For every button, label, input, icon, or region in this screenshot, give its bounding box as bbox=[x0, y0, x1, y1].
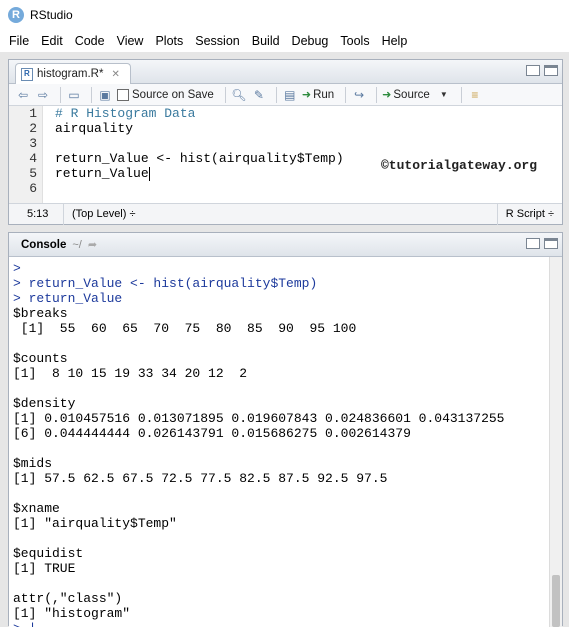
scope-selector[interactable]: (Top Level) ÷ bbox=[63, 203, 136, 225]
code-line: return_Value <- hist(airquality$Temp) bbox=[55, 151, 344, 166]
toolbar-separator bbox=[345, 86, 347, 103]
line-number: 1 bbox=[29, 106, 37, 121]
forward-arrow-icon[interactable]: ⇨ bbox=[35, 87, 51, 103]
menu-bar: File Edit Code View Plots Session Build … bbox=[0, 30, 569, 52]
tab-histogram-r[interactable]: histogram.R* ✕ bbox=[15, 63, 131, 84]
code-tools-wand-icon[interactable]: ✎ bbox=[251, 87, 267, 103]
console-header: Console ~/ ➦ bbox=[9, 233, 562, 257]
menu-view[interactable]: View bbox=[111, 30, 150, 52]
console-output-line: [1] 0.010457516 0.013071895 0.019607843 … bbox=[13, 411, 505, 426]
line-number: 6 bbox=[29, 181, 37, 196]
tab-label: histogram.R* bbox=[37, 68, 104, 80]
minimize-pane-button[interactable] bbox=[526, 65, 540, 76]
console-output-line: [1] 8 10 15 19 33 34 20 12 2 bbox=[13, 366, 248, 381]
menu-help[interactable]: Help bbox=[376, 30, 414, 52]
console-scrollbar[interactable] bbox=[549, 257, 562, 627]
menu-debug[interactable]: Debug bbox=[286, 30, 335, 52]
run-arrow-icon[interactable]: ➜ bbox=[302, 88, 311, 101]
menu-plots[interactable]: Plots bbox=[149, 30, 189, 52]
console-output-line: [1] 57.5 62.5 67.5 72.5 77.5 82.5 87.5 9… bbox=[13, 471, 388, 486]
console-output[interactable]: > > return_Value <- hist(airquality$Temp)… bbox=[9, 257, 549, 627]
show-in-window-icon[interactable]: ▭ bbox=[66, 87, 82, 103]
title-bar: R RStudio bbox=[0, 0, 569, 30]
console-output-line: $counts bbox=[13, 351, 68, 366]
console-window-buttons bbox=[526, 238, 558, 249]
code-line-with-cursor: return_Value bbox=[55, 166, 150, 181]
toolbar-separator bbox=[376, 86, 378, 103]
line-number-gutter: 1 2 3 4 5 6 bbox=[9, 106, 43, 203]
toolbar-separator bbox=[60, 86, 61, 103]
console-output-line: [1] "histogram" bbox=[13, 606, 131, 621]
toolbar-separator bbox=[460, 86, 462, 103]
source-on-save-label: Source on Save bbox=[132, 88, 214, 101]
rstudio-logo-icon: R bbox=[8, 7, 24, 23]
line-number: 5 bbox=[29, 166, 37, 181]
compile-report-icon[interactable]: ▤ bbox=[282, 87, 298, 103]
minimize-pane-button[interactable] bbox=[526, 238, 540, 249]
code-editor[interactable]: 1 2 3 4 5 6 # R Histogram Data airqualit… bbox=[9, 106, 562, 203]
chevron-down-icon[interactable]: ▼ bbox=[436, 87, 452, 103]
watermark: ©tutorialgateway.org bbox=[381, 158, 538, 173]
console-output-line: $mids bbox=[13, 456, 53, 471]
rerun-icon[interactable]: ↪ bbox=[351, 87, 367, 103]
file-type-selector[interactable]: R Script ÷ bbox=[496, 204, 554, 225]
console-output-line: [6] 0.044444444 0.026143791 0.015686275 … bbox=[13, 426, 411, 441]
code-line-text: return_Value bbox=[55, 166, 149, 181]
console-title[interactable]: Console bbox=[21, 239, 66, 251]
editor-window-buttons bbox=[526, 65, 558, 76]
console-input-line: > return_Value bbox=[13, 291, 123, 306]
maximize-pane-button[interactable] bbox=[544, 65, 558, 76]
editor-tabbar: histogram.R* ✕ bbox=[9, 60, 562, 84]
console-output-line: $equidist bbox=[13, 546, 84, 561]
window-title: RStudio bbox=[30, 8, 73, 22]
console-input-line: > bbox=[13, 261, 21, 276]
scrollbar-thumb[interactable] bbox=[552, 575, 560, 627]
working-directory: ~/ bbox=[72, 238, 82, 251]
line-number: 2 bbox=[29, 121, 37, 136]
back-arrow-icon[interactable]: ⇦ bbox=[15, 87, 31, 103]
source-arrow-icon[interactable]: ➜ bbox=[382, 88, 391, 101]
close-tab-icon[interactable]: ✕ bbox=[111, 69, 119, 80]
source-button[interactable]: Source bbox=[393, 89, 429, 101]
maximize-pane-button[interactable] bbox=[544, 238, 558, 249]
menu-file[interactable]: File bbox=[0, 30, 35, 52]
text-cursor bbox=[148, 166, 150, 181]
line-number: 4 bbox=[29, 151, 37, 166]
console-output-line: $density bbox=[13, 396, 76, 411]
menu-edit[interactable]: Edit bbox=[35, 30, 69, 52]
menu-tools[interactable]: Tools bbox=[334, 30, 375, 52]
editor-toolbar: ⇦ ⇨ ▭ ▣ Source on Save 🔍︎ ✎ ▤ ➜ Run ↪ ➜ … bbox=[9, 84, 562, 106]
console-pane: Console ~/ ➦ > > return_Value <- hist(air… bbox=[8, 232, 563, 627]
console-output-line: attr(,"class") bbox=[13, 591, 123, 606]
console-output-line: [1] 55 60 65 70 75 80 85 90 95 100 bbox=[13, 321, 357, 336]
menu-build[interactable]: Build bbox=[246, 30, 286, 52]
cursor-position: 5:13 bbox=[27, 208, 49, 220]
menu-session[interactable]: Session bbox=[189, 30, 245, 52]
search-icon[interactable]: 🔍︎ bbox=[231, 87, 247, 103]
menu-code[interactable]: Code bbox=[69, 30, 111, 52]
toolbar-separator bbox=[91, 86, 92, 103]
goto-directory-icon[interactable]: ➦ bbox=[88, 238, 97, 251]
editor-pane: histogram.R* ✕ ⇦ ⇨ ▭ ▣ Source on Save 🔍︎… bbox=[8, 59, 563, 225]
line-number: 3 bbox=[29, 136, 37, 151]
code-line: # R Histogram Data bbox=[55, 106, 196, 121]
save-icon[interactable]: ▣ bbox=[97, 87, 113, 103]
run-button[interactable]: Run bbox=[313, 89, 334, 101]
console-output-line: [1] TRUE bbox=[13, 561, 76, 576]
editor-statusbar: 5:13 (Top Level) ÷ R Script ÷ bbox=[9, 203, 562, 225]
document-outline-icon[interactable]: ≡ bbox=[467, 87, 483, 103]
console-input-line: > | bbox=[13, 621, 36, 627]
source-on-save-checkbox[interactable] bbox=[117, 88, 129, 101]
r-file-icon bbox=[21, 67, 33, 81]
console-output-line: $breaks bbox=[13, 306, 68, 321]
console-input-line: > return_Value <- hist(airquality$Temp) bbox=[13, 276, 318, 291]
toolbar-separator bbox=[275, 86, 277, 103]
console-output-line: $xname bbox=[13, 501, 60, 516]
console-output-line: [1] "airquality$Temp" bbox=[13, 516, 177, 531]
toolbar-separator bbox=[224, 86, 226, 103]
code-line: airquality bbox=[55, 121, 134, 136]
